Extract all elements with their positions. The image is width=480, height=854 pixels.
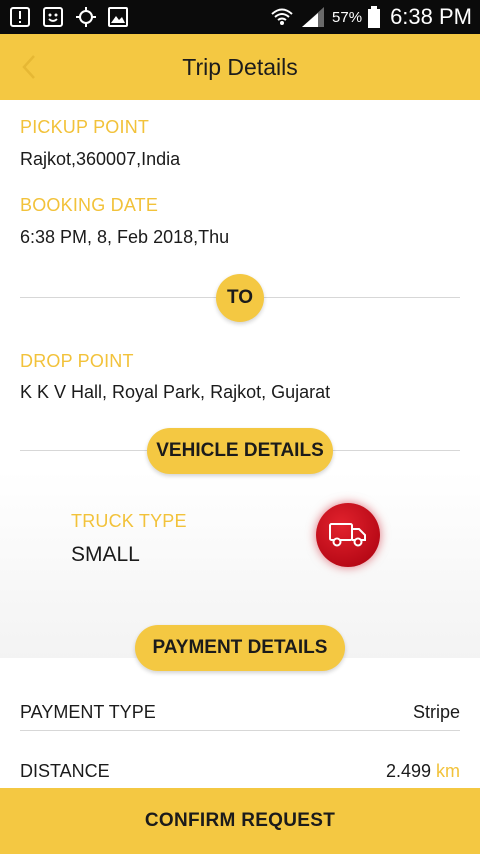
status-bar: 57% 6:38 PM: [0, 0, 480, 34]
divider: [20, 730, 460, 731]
message-icon: [43, 7, 63, 27]
pickup-value: Rajkot,360007,India: [20, 149, 181, 169]
payment-type-label: PAYMENT TYPE: [20, 702, 156, 722]
wifi-icon: [271, 8, 293, 25]
payment-details-header: PAYMENT DETAILS: [135, 625, 345, 671]
image-icon: [108, 7, 128, 27]
booking-date-value: 6:38 PM, 8, Feb 2018,Thu: [20, 227, 230, 247]
truck-type-label: TRUCK TYPE: [71, 511, 187, 531]
payment-panel: PAYMENT TYPE Stripe DISTANCE 2.499 km: [0, 658, 480, 788]
vehicle-details-header: VEHICLE DETAILS: [147, 428, 333, 474]
booking-date-label: BOOKING DATE: [20, 195, 159, 215]
truck-icon: [329, 523, 366, 547]
distance-value: 2.499 km: [386, 761, 460, 782]
truck-badge: [316, 503, 380, 567]
to-badge: TO: [216, 274, 264, 322]
battery-icon: [368, 6, 381, 28]
confirm-request-button[interactable]: CONFIRM REQUEST: [0, 788, 480, 854]
pickup-label: PICKUP POINT: [20, 117, 150, 137]
distance-label: DISTANCE: [20, 761, 110, 781]
distance-unit: km: [436, 761, 460, 781]
payment-type-value: Stripe: [412, 702, 460, 722]
battery-percent: 57%: [332, 8, 363, 26]
app-header: Trip Details: [0, 34, 480, 100]
truck-type-value: SMALL: [71, 543, 140, 566]
status-time: 6:38 PM: [390, 4, 472, 29]
drop-label: DROP POINT: [20, 351, 134, 371]
chevron-left-icon[interactable]: [20, 54, 38, 80]
notification-icon: [10, 7, 30, 27]
gps-icon: [76, 7, 96, 27]
page-title: Trip Details: [182, 53, 298, 80]
drop-value: K K V Hall, Royal Park, Rajkot, Gujarat: [20, 382, 331, 402]
distance-number: 2.499: [385, 761, 431, 781]
signal-icon: [302, 7, 325, 27]
back-button[interactable]: [14, 52, 44, 82]
